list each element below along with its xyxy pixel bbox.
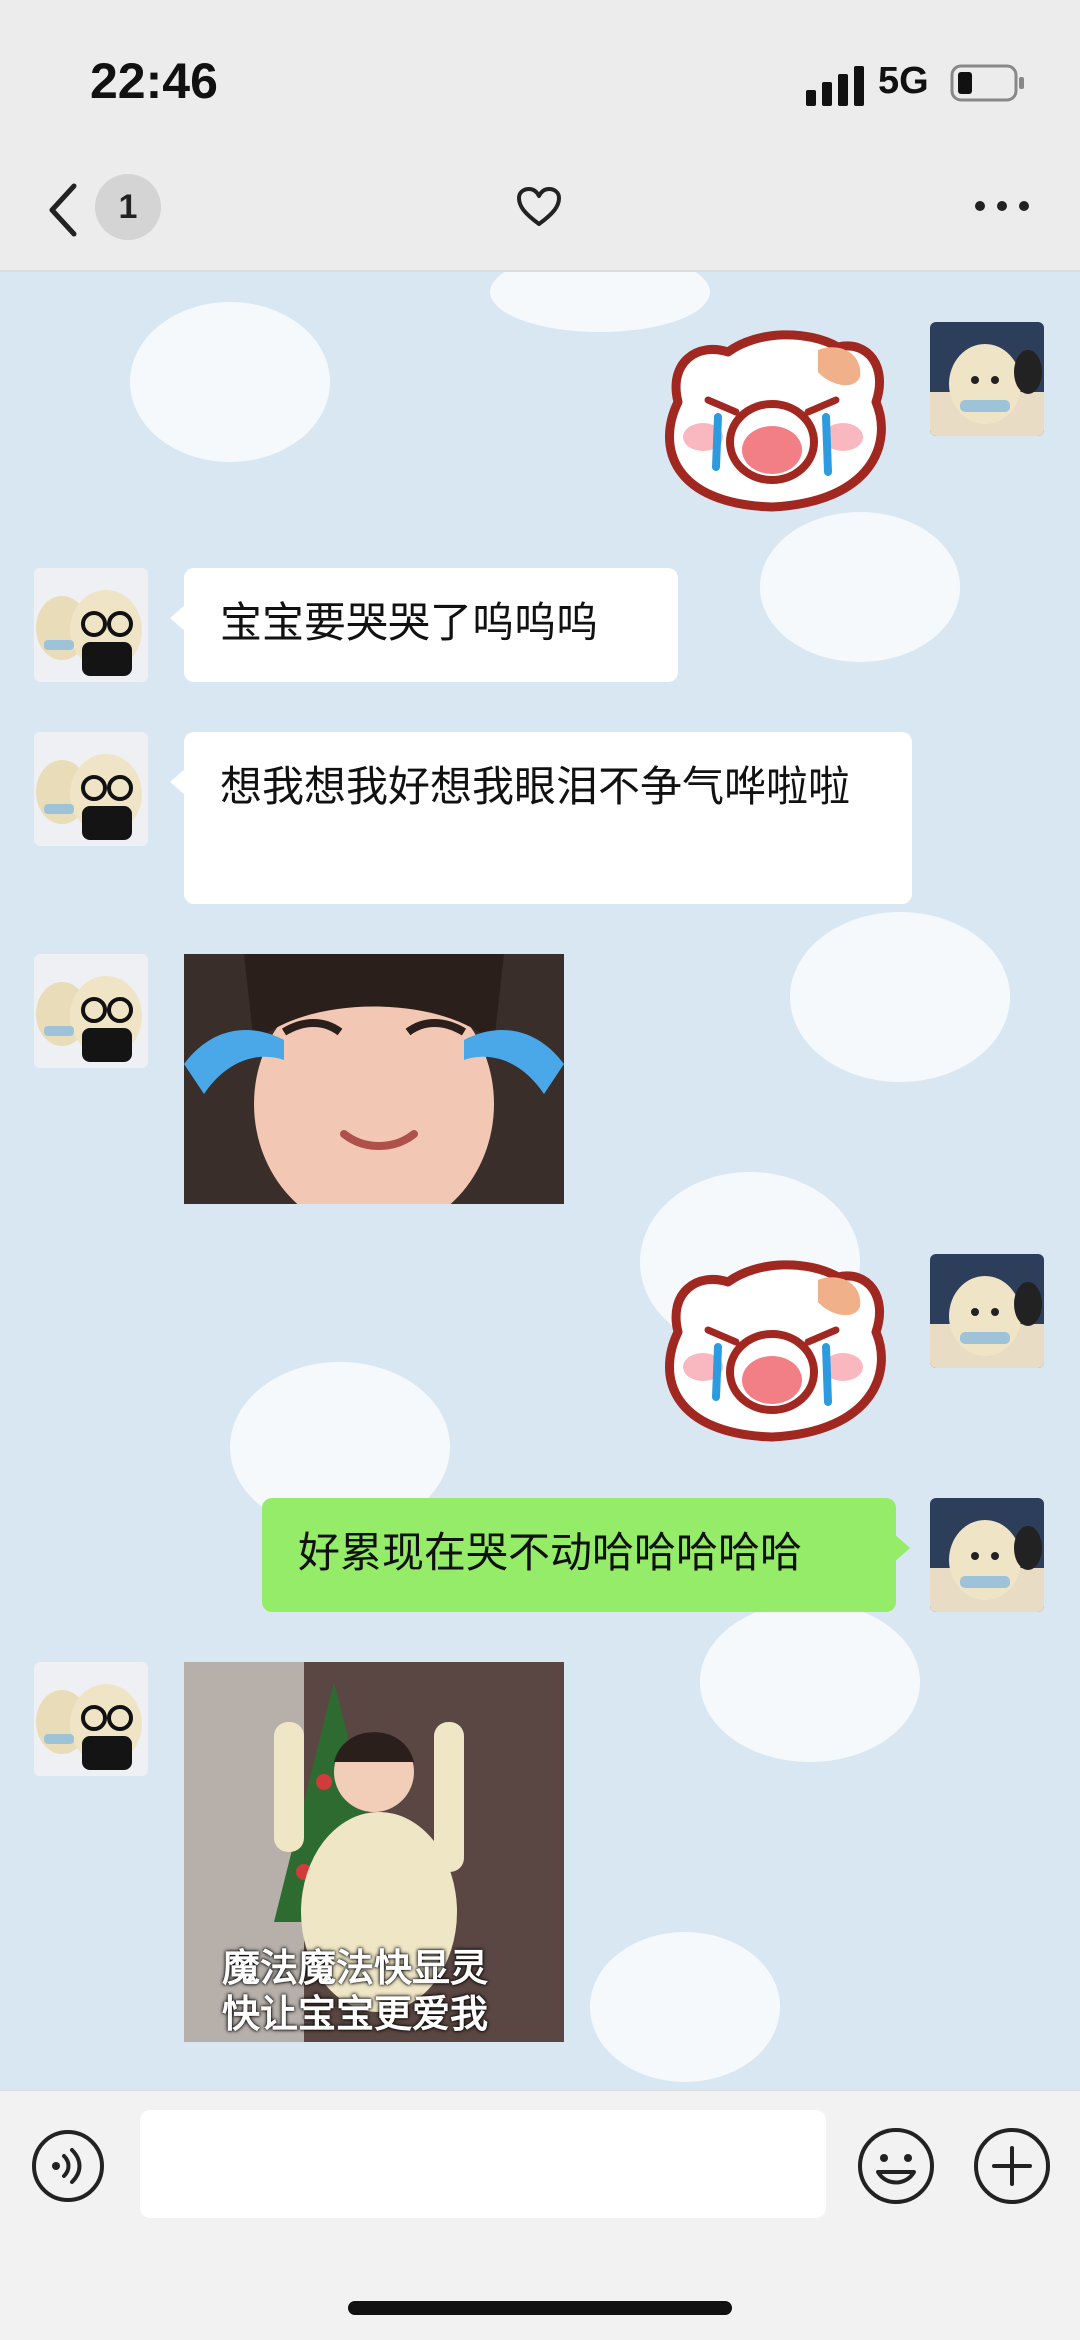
contact-avatar[interactable] <box>34 732 148 846</box>
network-label: 5G <box>878 60 929 102</box>
message-input[interactable] <box>140 2110 826 2218</box>
background-bunny <box>130 302 330 462</box>
background-bunny <box>790 912 1010 1082</box>
signal-icon <box>806 66 864 106</box>
message-bubble[interactable]: 宝宝要哭哭了呜呜呜 <box>170 568 678 682</box>
plus-icon[interactable] <box>972 2126 1052 2206</box>
more-options-icon[interactable] <box>972 196 1032 216</box>
background-bunny <box>590 1932 780 2082</box>
image-caption-line2: 快让宝宝更爱我 <box>222 1992 489 2036</box>
my-avatar[interactable] <box>930 1498 1044 1612</box>
message-bubble-outgoing[interactable]: 好累现在哭不动哈哈哈哈哈 <box>262 1498 910 1612</box>
battery-icon <box>950 64 1024 102</box>
crying-girl-image[interactable] <box>184 954 564 1204</box>
girl-with-tree-image[interactable]: 魔法魔法快显灵 快让宝宝更爱我 <box>184 1662 564 2042</box>
background-bunny <box>760 512 960 662</box>
background-bunny <box>700 1602 920 1762</box>
my-avatar[interactable] <box>930 1254 1044 1368</box>
crying-cat-sticker[interactable] <box>648 1252 896 1452</box>
voice-input-icon[interactable] <box>30 2128 106 2204</box>
crying-cat-sticker[interactable] <box>648 322 896 522</box>
status-time: 22:46 <box>90 53 218 109</box>
image-caption-line1: 魔法魔法快显灵 <box>222 1946 489 1990</box>
chat-area[interactable]: 宝宝要哭哭了呜呜呜 想我想我好想我眼泪不争气哗啦啦 好累现在哭不动哈哈哈哈哈 魔… <box>0 272 1080 2090</box>
unread-count-badge[interactable]: 1 <box>95 174 161 240</box>
contact-avatar[interactable] <box>34 954 148 1068</box>
back-arrow-icon[interactable] <box>44 180 84 240</box>
heart-icon[interactable] <box>516 186 562 228</box>
contact-avatar[interactable] <box>34 568 148 682</box>
my-avatar[interactable] <box>930 322 1044 436</box>
emoji-icon[interactable] <box>856 2126 936 2206</box>
home-indicator[interactable] <box>348 2301 732 2315</box>
message-bubble[interactable]: 想我想我好想我眼泪不争气哗啦啦 <box>170 732 912 904</box>
contact-avatar[interactable] <box>34 1662 148 1776</box>
